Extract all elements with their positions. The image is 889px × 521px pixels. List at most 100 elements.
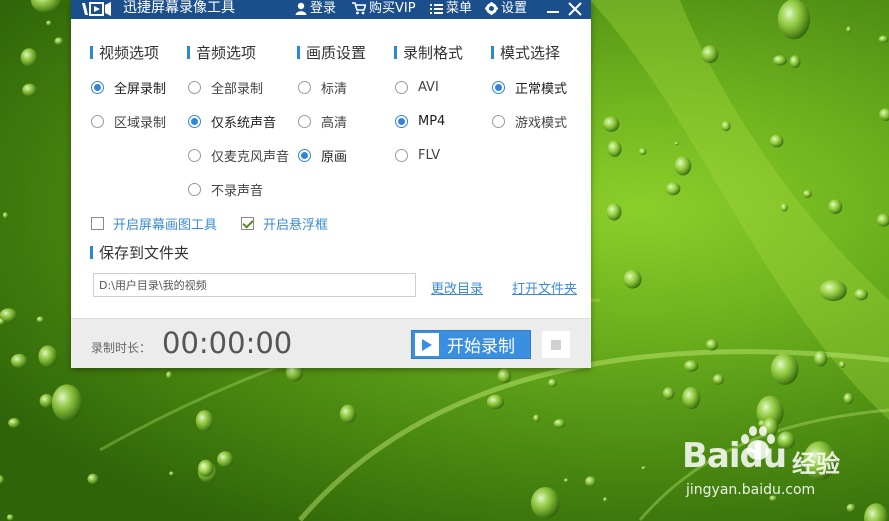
- radio-button[interactable]: [395, 148, 408, 162]
- water-drop: [31, 0, 62, 13]
- drawing-tool-checkbox[interactable]: 开启屏幕画图工具: [91, 215, 217, 233]
- format-option-mp4[interactable]: MP4: [395, 113, 445, 129]
- radio-button[interactable]: [188, 182, 201, 196]
- quality-option-original[interactable]: 原画: [298, 147, 348, 165]
- app-logo-icon: [82, 2, 111, 16]
- radio-button[interactable]: [492, 114, 505, 128]
- water-drop: [674, 156, 692, 176]
- quality-option-hd[interactable]: 高清: [298, 113, 347, 131]
- water-drop: [876, 213, 889, 227]
- water-drop: [195, 410, 214, 432]
- watermark-brand: Baidu: [682, 436, 787, 476]
- water-drop: [819, 279, 847, 302]
- audio-option-all[interactable]: 全部录制: [188, 79, 263, 97]
- menu-label: 菜单: [446, 1, 473, 16]
- audio-options-heading: 音频选项: [187, 44, 256, 62]
- water-drop: [8, 418, 21, 428]
- video-option-region[interactable]: 区域录制: [91, 113, 166, 131]
- login-button[interactable]: 登录: [295, 0, 336, 17]
- video-option-fullscreen[interactable]: 全屏录制: [91, 79, 166, 97]
- water-drop: [22, 83, 37, 97]
- water-drop: [606, 203, 622, 221]
- water-drop: [548, 378, 557, 388]
- recording-bar: 录制时长： 00:00:00 开始录制: [71, 318, 591, 368]
- water-drop: [803, 189, 812, 198]
- save-folder-heading: 保存到文件夹: [90, 244, 189, 262]
- water-drop: [828, 199, 843, 214]
- water-drop: [814, 350, 828, 367]
- water-drop: [603, 497, 608, 502]
- water-drop: [51, 384, 83, 422]
- checkbox[interactable]: [91, 216, 104, 230]
- water-drop: [0, 308, 17, 323]
- mode-option-game[interactable]: 游戏模式: [492, 113, 567, 131]
- floating-box-checkbox[interactable]: 开启悬浮框: [241, 215, 328, 233]
- water-drop: [36, 316, 44, 323]
- open-folder-link[interactable]: 打开文件夹: [512, 278, 577, 297]
- water-drop: [721, 121, 731, 132]
- mode-select-heading: 模式选择: [491, 44, 560, 62]
- checkbox[interactable]: [241, 216, 254, 230]
- option-label: MP4: [418, 113, 446, 129]
- water-drop: [553, 419, 566, 428]
- stop-recording-button[interactable]: [542, 331, 570, 358]
- water-drop: [607, 140, 622, 157]
- radio-button[interactable]: [395, 80, 408, 94]
- water-drop: [585, 476, 597, 487]
- radio-button[interactable]: [395, 114, 408, 128]
- option-label: 标清: [321, 81, 348, 97]
- radio-button[interactable]: [188, 148, 201, 162]
- option-label: 仅麦克风声音: [211, 149, 290, 165]
- water-drop: [839, 361, 846, 368]
- audio-option-system-only[interactable]: 仅系统声音: [188, 113, 276, 131]
- format-option-avi[interactable]: AVI: [395, 79, 439, 95]
- format-option-flv[interactable]: FLV: [395, 147, 440, 163]
- radio-button[interactable]: [188, 80, 201, 94]
- change-directory-link[interactable]: 更改目录: [431, 278, 483, 297]
- option-label: 原画: [321, 149, 348, 165]
- buy-vip-button[interactable]: 购买VIP: [352, 0, 416, 17]
- water-drop: [217, 451, 234, 468]
- water-drop: [641, 466, 646, 470]
- radio-button[interactable]: [298, 114, 311, 128]
- water-drop: [854, 288, 868, 301]
- water-drop: [789, 55, 801, 69]
- water-drop: [198, 459, 214, 477]
- settings-button[interactable]: 设置: [485, 0, 527, 17]
- settings-label: 设置: [501, 1, 528, 16]
- audio-option-none[interactable]: 不录声音: [188, 181, 264, 199]
- user-icon: [295, 2, 307, 15]
- video-options-heading: 视频选项: [90, 44, 159, 62]
- close-button[interactable]: [568, 0, 584, 17]
- radio-button[interactable]: [492, 80, 505, 94]
- water-drop: [706, 339, 718, 351]
- water-drop: [770, 353, 799, 385]
- water-drop: [662, 387, 675, 400]
- radio-button[interactable]: [298, 148, 311, 162]
- option-label: 不录声音: [211, 183, 264, 199]
- radio-button[interactable]: [298, 80, 311, 94]
- water-drop: [166, 371, 173, 379]
- minimize-button[interactable]: [546, 0, 560, 17]
- duration-label: 录制时长：: [91, 341, 152, 355]
- title-bar[interactable]: 迅捷屏幕录像工具 登录 购买VIP 菜单 设置: [71, 0, 591, 19]
- radio-button[interactable]: [188, 114, 201, 128]
- login-label: 登录: [310, 1, 337, 16]
- menu-button[interactable]: 菜单: [430, 0, 472, 17]
- water-drop: [843, 393, 854, 404]
- save-path-input[interactable]: [93, 273, 416, 297]
- list-menu-icon: [430, 3, 443, 14]
- play-icon: [415, 333, 439, 356]
- watermark-subtitle: 经验: [792, 450, 840, 478]
- radio-button[interactable]: [91, 80, 104, 94]
- quality-option-sd[interactable]: 标清: [298, 79, 348, 97]
- start-recording-button[interactable]: 开始录制: [411, 330, 531, 359]
- water-drop: [701, 45, 719, 64]
- stop-icon: [551, 339, 561, 350]
- close-icon: [568, 1, 582, 16]
- water-drop: [531, 487, 560, 519]
- radio-button[interactable]: [91, 114, 104, 128]
- audio-option-mic-only[interactable]: 仅麦克风声音: [188, 147, 290, 165]
- water-drop: [777, 0, 810, 40]
- mode-option-normal[interactable]: 正常模式: [492, 79, 567, 97]
